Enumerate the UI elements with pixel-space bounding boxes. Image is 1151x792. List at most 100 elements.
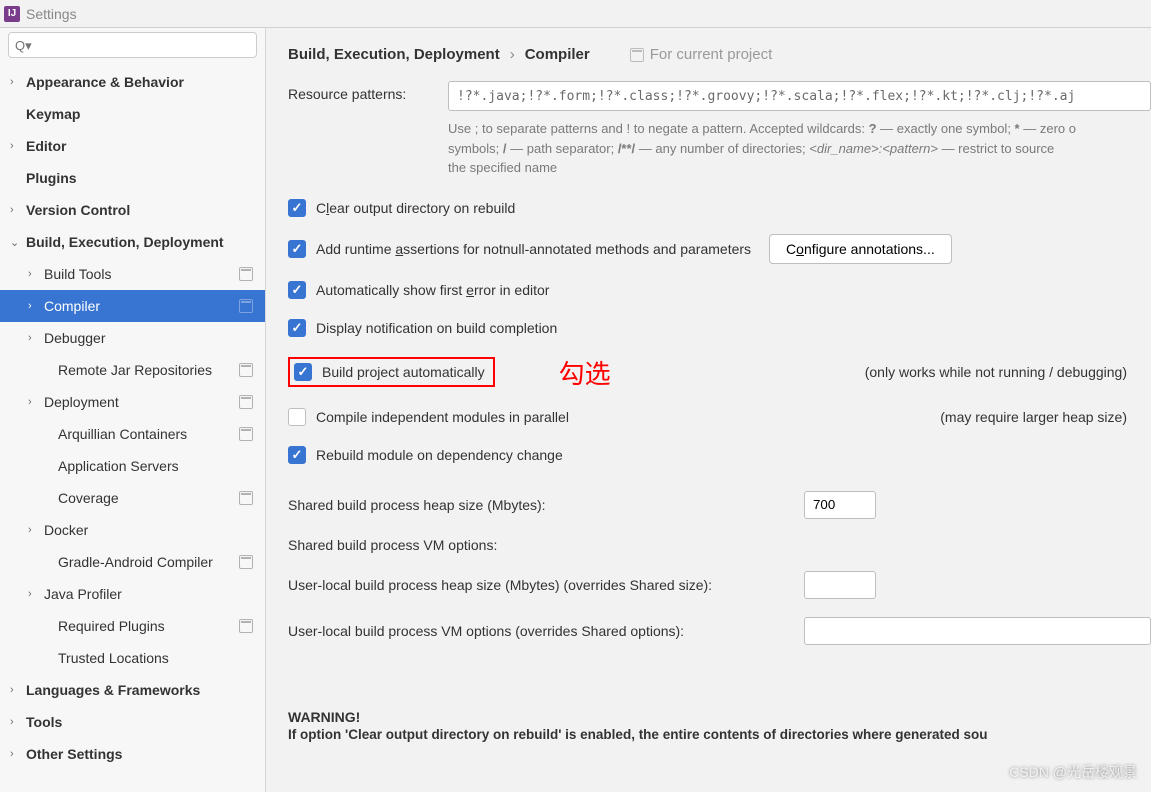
user-heap-row: User-local build process heap size (Mbyt… — [288, 571, 1151, 599]
chevron-icon: › — [10, 684, 22, 696]
sidebar-item-label: Keymap — [26, 106, 80, 122]
annotation-highlight-box: Build project automatically — [288, 357, 495, 387]
sidebar-item-version-control[interactable]: ›Version Control — [0, 194, 265, 226]
warning-title: WARNING! — [288, 709, 1151, 725]
search-input[interactable] — [8, 32, 257, 58]
user-vm-label: User-local build process VM options (ove… — [288, 623, 804, 639]
breadcrumb: Build, Execution, Deployment › Compiler … — [288, 46, 1151, 63]
project-scope-icon — [239, 555, 253, 569]
sidebar-item-label: Tools — [26, 714, 62, 730]
add-runtime-label: Add runtime assertions for notnull-annot… — [316, 241, 751, 257]
titlebar: IJ Settings — [0, 0, 1151, 28]
clear-output-label: Clear output directory on rebuild — [316, 200, 515, 216]
chevron-icon: › — [28, 332, 40, 344]
sidebar-item-arquillian-containers[interactable]: Arquillian Containers — [0, 418, 265, 450]
rebuild-module-checkbox[interactable] — [288, 446, 306, 464]
sidebar-item-keymap[interactable]: Keymap — [0, 98, 265, 130]
configure-annotations-button[interactable]: Configure annotations... — [769, 234, 952, 264]
sidebar-item-coverage[interactable]: Coverage — [0, 482, 265, 514]
sidebar-item-label: Plugins — [26, 170, 77, 186]
add-runtime-checkbox[interactable] — [288, 240, 306, 258]
add-runtime-checkbox-row[interactable]: Add runtime assertions for notnull-annot… — [288, 234, 1151, 264]
compile-parallel-label: Compile independent modules in parallel — [316, 409, 569, 425]
chevron-icon: › — [10, 140, 22, 152]
user-heap-input[interactable] — [804, 571, 876, 599]
chevron-icon: › — [10, 76, 22, 88]
app-body: › Appearance & Behavior Keymap › Editor Plugi… — [0, 28, 1151, 792]
project-scope-icon — [239, 395, 253, 409]
shared-vm-row: Shared build process VM options: — [288, 537, 1151, 553]
compile-parallel-checkbox-row[interactable]: Compile independent modules in parallel … — [288, 405, 1151, 429]
sidebar-item-appearance-behavior[interactable]: › Appearance & Behavior — [0, 66, 265, 98]
main-panel: Build, Execution, Deployment › Compiler … — [266, 28, 1151, 792]
auto-show-error-label: Automatically show first error in editor — [316, 282, 549, 298]
sidebar-item-label: Deployment — [44, 394, 119, 410]
rebuild-module-checkbox-row[interactable]: Rebuild module on dependency change — [288, 443, 1151, 467]
chevron-icon: › — [10, 748, 22, 760]
sidebar-item-tools[interactable]: › Tools — [0, 706, 265, 738]
sidebar-item-label: Coverage — [58, 490, 119, 506]
sidebar-item-other-settings[interactable]: › Other Settings — [0, 738, 265, 770]
shared-heap-input[interactable] — [804, 491, 876, 519]
sidebar-item-required-plugins[interactable]: Required Plugins — [0, 610, 265, 642]
app-icon: IJ — [4, 6, 20, 22]
sidebar-item-label: Java Profiler — [44, 586, 122, 602]
breadcrumb-part2: Compiler — [525, 46, 590, 63]
sidebar-item-application-servers[interactable]: Application Servers — [0, 450, 265, 482]
sidebar-item-deployment[interactable]: ›Deployment — [0, 386, 265, 418]
sidebar-item-plugins[interactable]: Plugins — [0, 162, 265, 194]
project-scope-icon — [239, 619, 253, 633]
sidebar-item-java-profiler[interactable]: ›Java Profiler — [0, 578, 265, 610]
chevron-icon: › — [10, 716, 22, 728]
sidebar-item-gradle-android-compiler[interactable]: Gradle-Android Compiler — [0, 546, 265, 578]
auto-show-error-checkbox-row[interactable]: Automatically show first error in editor — [288, 278, 1151, 302]
sidebar-item-label: Trusted Locations — [58, 650, 169, 666]
search-box-wrap — [0, 28, 265, 62]
build-auto-checkbox[interactable] — [294, 363, 312, 381]
resource-patterns-label: Resource patterns: — [288, 81, 448, 102]
sidebar-item-trusted-locations[interactable]: Trusted Locations — [0, 642, 265, 674]
sidebar-item-label: Arquillian Containers — [58, 426, 187, 442]
chevron-icon: › — [28, 300, 40, 312]
sidebar-item-label: Remote Jar Repositories — [58, 362, 212, 378]
clear-output-checkbox[interactable] — [288, 199, 306, 217]
user-heap-label: User-local build process heap size (Mbyt… — [288, 577, 804, 593]
project-scope-icon — [239, 491, 253, 505]
chevron-icon: ⌄ — [10, 236, 22, 249]
compile-parallel-note: (may require larger heap size) — [940, 409, 1151, 425]
warning-body: If option 'Clear output directory on reb… — [288, 727, 1151, 742]
display-notification-checkbox[interactable] — [288, 319, 306, 337]
project-scope-icon — [239, 427, 253, 441]
sidebar-item-label: Appearance & Behavior — [26, 74, 184, 90]
compile-parallel-checkbox[interactable] — [288, 408, 306, 426]
shared-vm-label: Shared build process VM options: — [288, 537, 804, 553]
build-auto-label: Build project automatically — [322, 364, 485, 380]
user-vm-row: User-local build process VM options (ove… — [288, 617, 1151, 645]
settings-tree: › Appearance & Behavior Keymap › Editor Plugi… — [0, 62, 265, 792]
sidebar-item-label: Compiler — [44, 298, 100, 314]
sidebar-item-editor[interactable]: › Editor — [0, 130, 265, 162]
display-notification-checkbox-row[interactable]: Display notification on build completion — [288, 316, 1151, 340]
clear-output-checkbox-row[interactable]: Clear output directory on rebuild — [288, 196, 1151, 220]
watermark: CSDN @光岳楼观景 — [1009, 762, 1137, 782]
sidebar-item-languages-frameworks[interactable]: ›Languages & Frameworks — [0, 674, 265, 706]
sidebar-item-build-execution-deployment[interactable]: ⌄Build, Execution, Deployment — [0, 226, 265, 258]
sidebar-item-label: Version Control — [26, 202, 130, 218]
chevron-icon: › — [28, 524, 40, 536]
sidebar-item-build-tools[interactable]: ›Build Tools — [0, 258, 265, 290]
sidebar-item-debugger[interactable]: › Debugger — [0, 322, 265, 354]
user-vm-input[interactable] — [804, 617, 1151, 645]
build-auto-checkbox-row[interactable]: Build project automatically 勾选 (only wor… — [288, 354, 1151, 391]
sidebar-item-label: Other Settings — [26, 746, 122, 762]
resource-patterns-row: Resource patterns: — [288, 81, 1151, 111]
resource-patterns-input[interactable] — [448, 81, 1151, 111]
shared-heap-label: Shared build process heap size (Mbytes): — [288, 497, 804, 513]
sidebar-item-label: Debugger — [44, 330, 106, 346]
shared-heap-row: Shared build process heap size (Mbytes): — [288, 491, 1151, 519]
sidebar-item-docker[interactable]: ›Docker — [0, 514, 265, 546]
sidebar-item-label: Build Tools — [44, 266, 111, 282]
sidebar-item-label: Editor — [26, 138, 66, 154]
sidebar-item-compiler[interactable]: › Compiler — [0, 290, 265, 322]
auto-show-error-checkbox[interactable] — [288, 281, 306, 299]
sidebar-item-remote-jar-repositories[interactable]: Remote Jar Repositories — [0, 354, 265, 386]
